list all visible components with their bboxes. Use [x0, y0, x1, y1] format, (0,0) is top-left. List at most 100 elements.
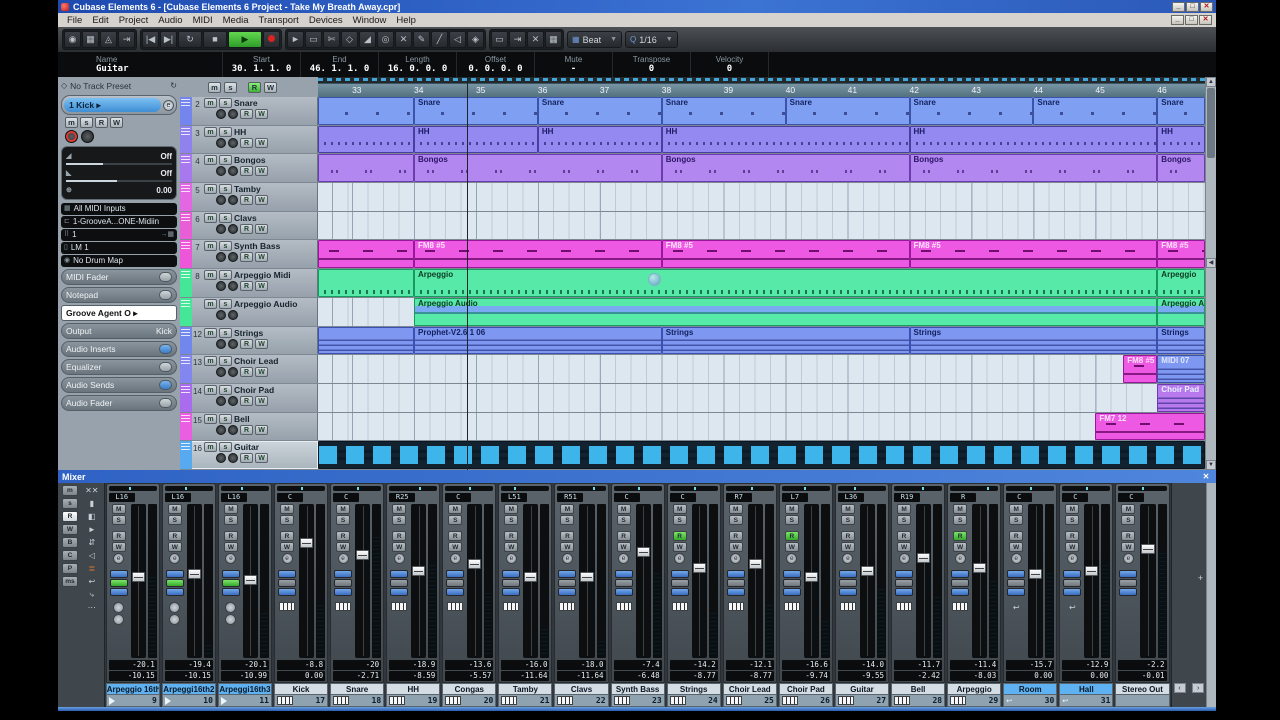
strip-write-button[interactable]: W [111, 542, 126, 552]
track-write-button[interactable]: W [255, 166, 268, 177]
common-read-button[interactable]: R [61, 511, 78, 522]
channel-number-row[interactable] [1115, 695, 1170, 707]
track-record-button[interactable] [216, 453, 226, 464]
grid-type-dropdown[interactable]: ▦ Beat ▼ [567, 31, 623, 48]
channel-number-row[interactable]: 11 [217, 695, 272, 707]
strip-edit-button[interactable]: e [674, 553, 686, 564]
strip-inserts-state-button[interactable] [1007, 570, 1026, 578]
channel-name-tab[interactable]: Synth Bass [610, 683, 665, 695]
midi-event[interactable]: Snare [414, 97, 538, 125]
strip-edit-button[interactable]: e [225, 553, 237, 564]
strip-sends-state-button[interactable] [109, 588, 128, 596]
track-record-button[interactable] [216, 195, 226, 206]
strip-read-button[interactable]: R [111, 531, 126, 541]
pan-value[interactable]: R19 [894, 493, 921, 502]
strip-read-button[interactable]: R [1065, 531, 1080, 541]
track-monitor-button[interactable] [228, 223, 238, 234]
strip-eq-state-button[interactable] [782, 579, 801, 587]
channel-fader[interactable] [635, 504, 651, 658]
child-restore-button[interactable]: □ [1185, 15, 1198, 25]
strip-mute-button[interactable]: M [392, 504, 407, 514]
strip-edit-button[interactable]: e [618, 553, 630, 564]
strip-inserts-state-button[interactable] [838, 570, 857, 578]
strip-mute-button[interactable]: M [672, 504, 687, 514]
track-solo-button[interactable]: s [219, 442, 232, 453]
snap-type-button[interactable]: ✕ [527, 31, 544, 48]
track-read-button[interactable]: R [240, 367, 253, 378]
strip-edit-button[interactable]: e [954, 553, 966, 564]
pan-value[interactable]: C [613, 493, 640, 502]
midi-event[interactable]: FM8 #5 [1123, 355, 1158, 383]
track-mute-button[interactable]: m [204, 413, 217, 424]
strip-edit-button[interactable]: e [505, 553, 517, 564]
pan-slider[interactable] [950, 486, 999, 491]
inspector-section-groove-agent-o[interactable]: Groove Agent O ▸ [61, 305, 177, 321]
strip-edit-button[interactable]: e [842, 553, 854, 564]
inspector-w-button[interactable]: W [110, 117, 123, 128]
track-lane[interactable]: Bongos Bongos Bongos Bongos [318, 154, 1205, 183]
track-solo-button[interactable]: s [219, 384, 232, 395]
view-sets-icon[interactable]: ▮ [90, 498, 94, 509]
channel-number-row[interactable]: 25 [722, 695, 777, 707]
info-field-velocity[interactable]: Velocity 0 [691, 52, 769, 77]
draw-tool[interactable]: ✎ [413, 31, 430, 48]
track-monitor-button[interactable] [228, 281, 238, 292]
pan-slider[interactable] [894, 486, 943, 491]
strip-read-button[interactable]: R [616, 531, 631, 541]
instrument-box[interactable]: ▯ LM 1 [61, 242, 177, 254]
strip-monitor-button[interactable] [113, 602, 125, 613]
menu-midi[interactable]: MIDI [188, 15, 218, 26]
track-mute-button[interactable]: m [204, 270, 217, 281]
channel-fader[interactable] [299, 504, 315, 658]
channel-number-row[interactable]: 10 [161, 695, 216, 707]
track-solo-button[interactable]: s [219, 98, 232, 108]
pan-value[interactable]: C [277, 493, 303, 502]
track-monitor-button[interactable] [228, 195, 238, 206]
pan-slider[interactable] [725, 486, 774, 491]
fader-db-value[interactable]: -9.55 [837, 671, 887, 681]
midi-event[interactable]: FM8 #5 [414, 240, 662, 269]
fader-cap[interactable] [580, 571, 594, 582]
strip-inserts-state-button[interactable] [502, 570, 521, 578]
fader-cap[interactable] [692, 562, 706, 573]
midi-event[interactable]: Strings [909, 326, 1158, 355]
select-icon[interactable]: ► [88, 524, 96, 535]
midi-event[interactable]: HH [414, 125, 538, 154]
pan-value[interactable]: R7 [725, 493, 752, 502]
strip-mute-button[interactable]: M [1065, 504, 1080, 514]
strip-solo-button[interactable]: S [167, 515, 182, 525]
fader-db-value[interactable]: -6.48 [613, 671, 662, 681]
track-monitor-button[interactable] [228, 166, 238, 177]
track-lane[interactable]: FM8 #5 MIDI 07 [318, 355, 1205, 383]
strip-mute-button[interactable]: M [223, 504, 238, 514]
strip-read-button[interactable]: R [672, 531, 687, 541]
channel-number-row[interactable]: 28 [891, 695, 946, 707]
channel-name-tab[interactable]: Arpeggio 16th [105, 683, 160, 695]
midi-event[interactable]: Snare [909, 97, 1034, 125]
strip-read-button[interactable]: R [953, 531, 968, 541]
pan-value[interactable]: R51 [557, 493, 584, 502]
strip-read-button[interactable]: R [560, 531, 575, 541]
goto-previous-marker-button[interactable]: |◀ [142, 31, 159, 48]
strip-solo-button[interactable]: S [504, 515, 519, 525]
track-lane[interactable]: Choir Pad [318, 383, 1205, 412]
inspector-section-audio-sends[interactable]: Audio Sends [61, 377, 177, 393]
global-w-button[interactable]: W [264, 81, 277, 93]
strip-edit-button[interactable]: e [730, 553, 742, 564]
track-preset[interactable]: ◇ No Track Preset ↻ [61, 79, 177, 92]
midi-event[interactable]: Strings [1157, 326, 1205, 355]
add-icon[interactable]: + [1198, 573, 1203, 583]
strip-inserts-state-button[interactable] [951, 570, 970, 578]
strip-write-button[interactable]: W [560, 542, 575, 552]
track-lane[interactable]: Snare Snare Snare Snare Snare Snare Snare [318, 97, 1205, 125]
track-solo-button[interactable]: s [219, 356, 232, 367]
track-record-button[interactable] [216, 166, 226, 177]
restore-button[interactable]: □ [1186, 1, 1199, 12]
strip-write-button[interactable]: W [504, 542, 519, 552]
strip-mute-button[interactable]: M [167, 504, 182, 514]
speaker-icon[interactable]: ◁ [89, 550, 95, 561]
channel-fader[interactable] [130, 504, 146, 658]
strip-inserts-state-button[interactable] [165, 570, 184, 578]
fader-cap[interactable] [636, 547, 650, 558]
track-lane[interactable] [318, 441, 1205, 469]
